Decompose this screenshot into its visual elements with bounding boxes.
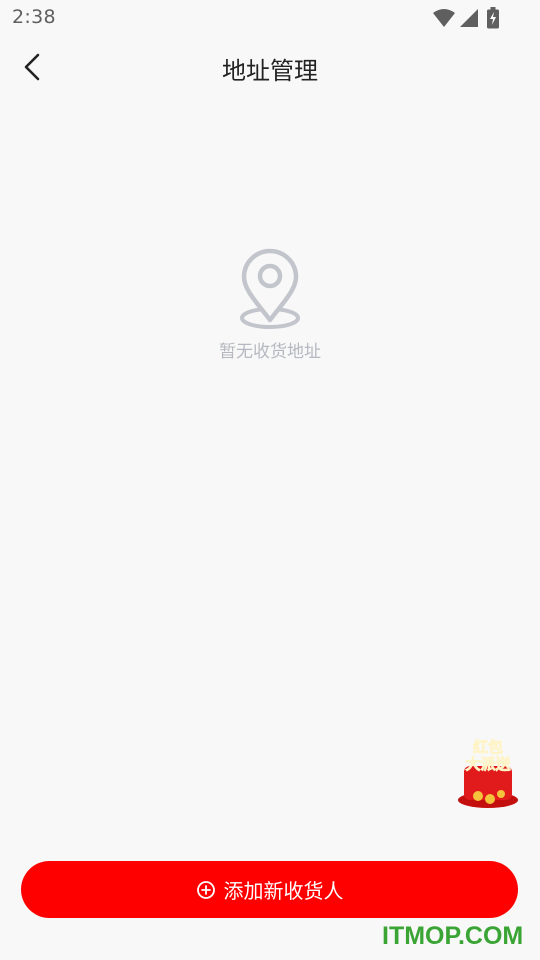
wifi-icon xyxy=(433,9,455,27)
promo-line2: 大派送 xyxy=(465,755,511,773)
plus-circle-icon xyxy=(196,880,215,899)
promo-line1: 红包 xyxy=(473,738,503,756)
nav-bar: 地址管理 xyxy=(0,36,540,102)
add-recipient-label: 添加新收货人 xyxy=(223,879,344,903)
location-pin-icon xyxy=(240,248,300,329)
status-bar: 2:38 xyxy=(0,0,540,36)
status-time: 2:38 xyxy=(12,6,56,28)
empty-message: 暂无收货地址 xyxy=(219,342,321,362)
status-icons xyxy=(432,7,502,29)
red-packet-icon: 红包 大派送 xyxy=(458,738,518,808)
signal-icon xyxy=(460,9,478,27)
site-watermark: ITMOP.COM xyxy=(382,922,524,950)
page-title: 地址管理 xyxy=(222,57,318,85)
red-packet-promo[interactable]: 红包 大派送 xyxy=(454,736,522,812)
add-recipient-button[interactable]: 添加新收货人 xyxy=(21,861,518,918)
empty-state: 暂无收货地址 xyxy=(170,245,370,375)
battery-charging-icon xyxy=(487,7,499,29)
